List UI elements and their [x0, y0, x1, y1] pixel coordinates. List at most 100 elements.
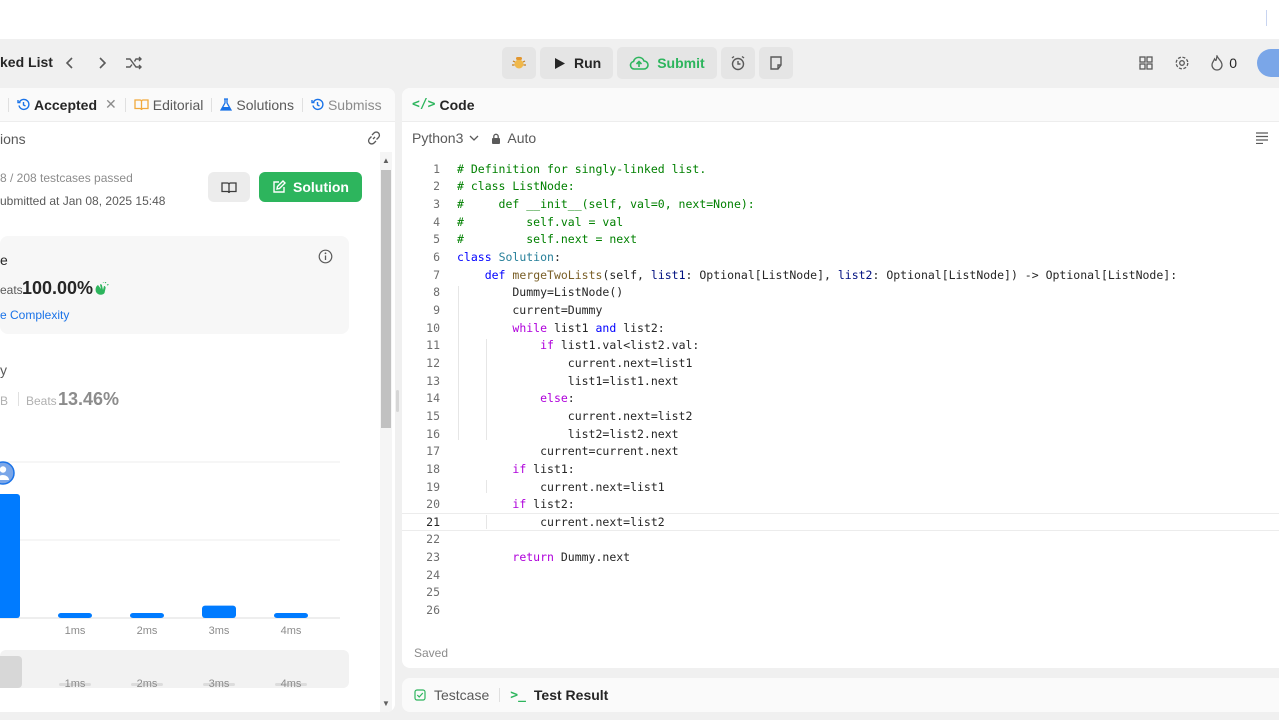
code-line[interactable]: 10 while list1 and list2:	[402, 319, 1279, 337]
memory-beats-value: 13.46%	[58, 389, 120, 409]
code-line[interactable]: 13 list1=list1.next	[402, 372, 1279, 390]
scroll-up-icon[interactable]: ▲	[382, 156, 390, 165]
shuffle-icon[interactable]	[122, 51, 146, 75]
language-select[interactable]: Python3	[412, 130, 463, 146]
line-number: 19	[426, 479, 440, 494]
line-number: 15	[426, 408, 440, 423]
line-number: 8	[433, 285, 440, 300]
tab-submissions-label: Submiss	[327, 96, 382, 113]
line-number: 1	[433, 161, 440, 176]
tab-test-result[interactable]: Test Result	[534, 687, 608, 703]
chart-bar[interactable]	[130, 613, 164, 618]
code-line[interactable]: 7 def mergeTwoLists(self, list1: Optiona…	[402, 266, 1279, 284]
tab-editorial[interactable]: Editorial	[126, 97, 212, 113]
submit-button[interactable]: Submit	[617, 47, 717, 79]
left-tabs: Accepted ✕ Editorial Solutions Submiss	[0, 88, 395, 122]
code-line[interactable]: 20 if list2:	[402, 495, 1279, 513]
chart-bar[interactable]	[0, 494, 20, 618]
code-line[interactable]: 15 current.next=list2	[402, 407, 1279, 425]
left-scrollbar[interactable]: ▲ ▼	[380, 152, 392, 712]
debug-button[interactable]	[502, 47, 536, 79]
your-submission-marker[interactable]	[0, 461, 15, 485]
code-line[interactable]: 21 current.next=list2	[402, 513, 1279, 531]
tab-solutions[interactable]: Solutions	[212, 97, 302, 113]
code-line[interactable]: 1 # Definition for singly-linked list.	[402, 160, 1279, 178]
info-icon[interactable]	[318, 249, 333, 264]
notes-button[interactable]	[758, 47, 793, 79]
minimap-tick-label: 4ms	[281, 678, 302, 688]
code-line[interactable]: 23 return Dummy.next	[402, 548, 1279, 566]
avatar[interactable]	[1257, 49, 1279, 77]
code-line[interactable]: 3 # def __init__(self, val=0, next=None):	[402, 195, 1279, 213]
tick-label: 2ms	[137, 625, 158, 637]
submitted-at: ubmitted at Jan 08, 2025 15:48	[0, 194, 166, 208]
tab-testcase[interactable]: Testcase	[434, 687, 489, 703]
edit-icon	[273, 180, 286, 193]
code-line[interactable]: 19 current.next=list1	[402, 478, 1279, 496]
minimap-tick-label: 3ms	[209, 678, 230, 688]
chart-bar[interactable]	[274, 613, 308, 618]
code-line[interactable]: 16 list2=list2.next	[402, 425, 1279, 443]
code-line[interactable]: 22	[402, 531, 1279, 549]
history-icon	[17, 98, 30, 111]
chart-bar[interactable]	[202, 605, 236, 618]
streak-counter[interactable]: 0	[1210, 55, 1237, 71]
view-submission-button[interactable]	[208, 172, 250, 202]
layout-icon[interactable]	[1138, 55, 1154, 71]
panel-splitter[interactable]	[396, 390, 399, 412]
chart-minimap[interactable]: 1ms 2ms 3ms 4ms	[0, 650, 349, 688]
run-button[interactable]: Run	[540, 47, 614, 79]
tab-solutions-label: Solutions	[236, 96, 294, 113]
code-editor[interactable]: 1 # Definition for singly-linked list. 2 # …	[402, 160, 1279, 620]
lock-icon	[492, 133, 501, 144]
code-header: </> Code	[402, 88, 1279, 122]
tab-accepted-label: Accepted	[34, 96, 98, 113]
console-panel: Testcase >_ Test Result	[402, 678, 1279, 712]
code-line[interactable]: 6 class Solution:	[402, 248, 1279, 266]
code-line[interactable]: 9 current=Dummy	[402, 301, 1279, 319]
code-line[interactable]: 8 Dummy=ListNode()	[402, 284, 1279, 302]
indent-guide	[486, 479, 487, 494]
tab-submissions[interactable]: Submiss	[303, 97, 390, 113]
line-number: 21	[426, 514, 440, 529]
complexity-link[interactable]: e Complexity	[0, 308, 69, 322]
post-solution-button[interactable]: Solution	[259, 172, 362, 202]
code-text: current=current.next	[457, 444, 679, 459]
checkbox-icon[interactable]	[414, 689, 426, 701]
format-icon[interactable]	[1255, 132, 1269, 144]
streak-count: 0	[1229, 55, 1237, 71]
code-line[interactable]: 18 if list1:	[402, 460, 1279, 478]
scrollbar-thumb[interactable]	[381, 170, 391, 428]
gear-icon[interactable]	[1174, 55, 1190, 71]
navbar: ked List Run Submit 0	[0, 39, 1279, 87]
timer-button[interactable]	[720, 47, 755, 79]
line-number: 26	[426, 603, 440, 618]
indent-guide	[458, 285, 459, 441]
runtime-distribution-chart[interactable]: 1ms 2ms 3ms 4ms	[0, 458, 345, 644]
chart-bar[interactable]	[58, 613, 92, 618]
code-text: current.next=list1	[457, 355, 693, 370]
next-problem-icon[interactable]	[90, 51, 114, 75]
code-line[interactable]: 25	[402, 584, 1279, 602]
code-line[interactable]: 12 current.next=list1	[402, 354, 1279, 372]
tab-accepted[interactable]: Accepted ✕	[9, 96, 125, 113]
scroll-down-icon[interactable]: ▼	[382, 699, 390, 708]
link-icon[interactable]	[366, 130, 382, 146]
code-text: return Dummy.next	[512, 550, 631, 565]
code-header-label: Code	[439, 96, 475, 113]
code-line[interactable]: 14 else:	[402, 389, 1279, 407]
code-text: current.next=list1	[457, 479, 665, 494]
submit-label: Submit	[657, 55, 705, 71]
code-line[interactable]: 11 if list1.val<list2.val:	[402, 337, 1279, 355]
code-line[interactable]: 24	[402, 566, 1279, 584]
code-line[interactable]: 17 current=current.next	[402, 442, 1279, 460]
chevron-down-icon[interactable]	[469, 134, 479, 142]
code-line[interactable]: 4 # self.val = val	[402, 213, 1279, 231]
prev-problem-icon[interactable]	[58, 51, 82, 75]
code-text: current.next=list2	[457, 514, 665, 529]
code-line[interactable]: 5 # self.next = next	[402, 231, 1279, 249]
close-icon[interactable]: ✕	[105, 96, 117, 113]
problem-title[interactable]: ked List	[0, 54, 53, 70]
code-line[interactable]: 2 # class ListNode:	[402, 178, 1279, 196]
code-line[interactable]: 26	[402, 601, 1279, 619]
